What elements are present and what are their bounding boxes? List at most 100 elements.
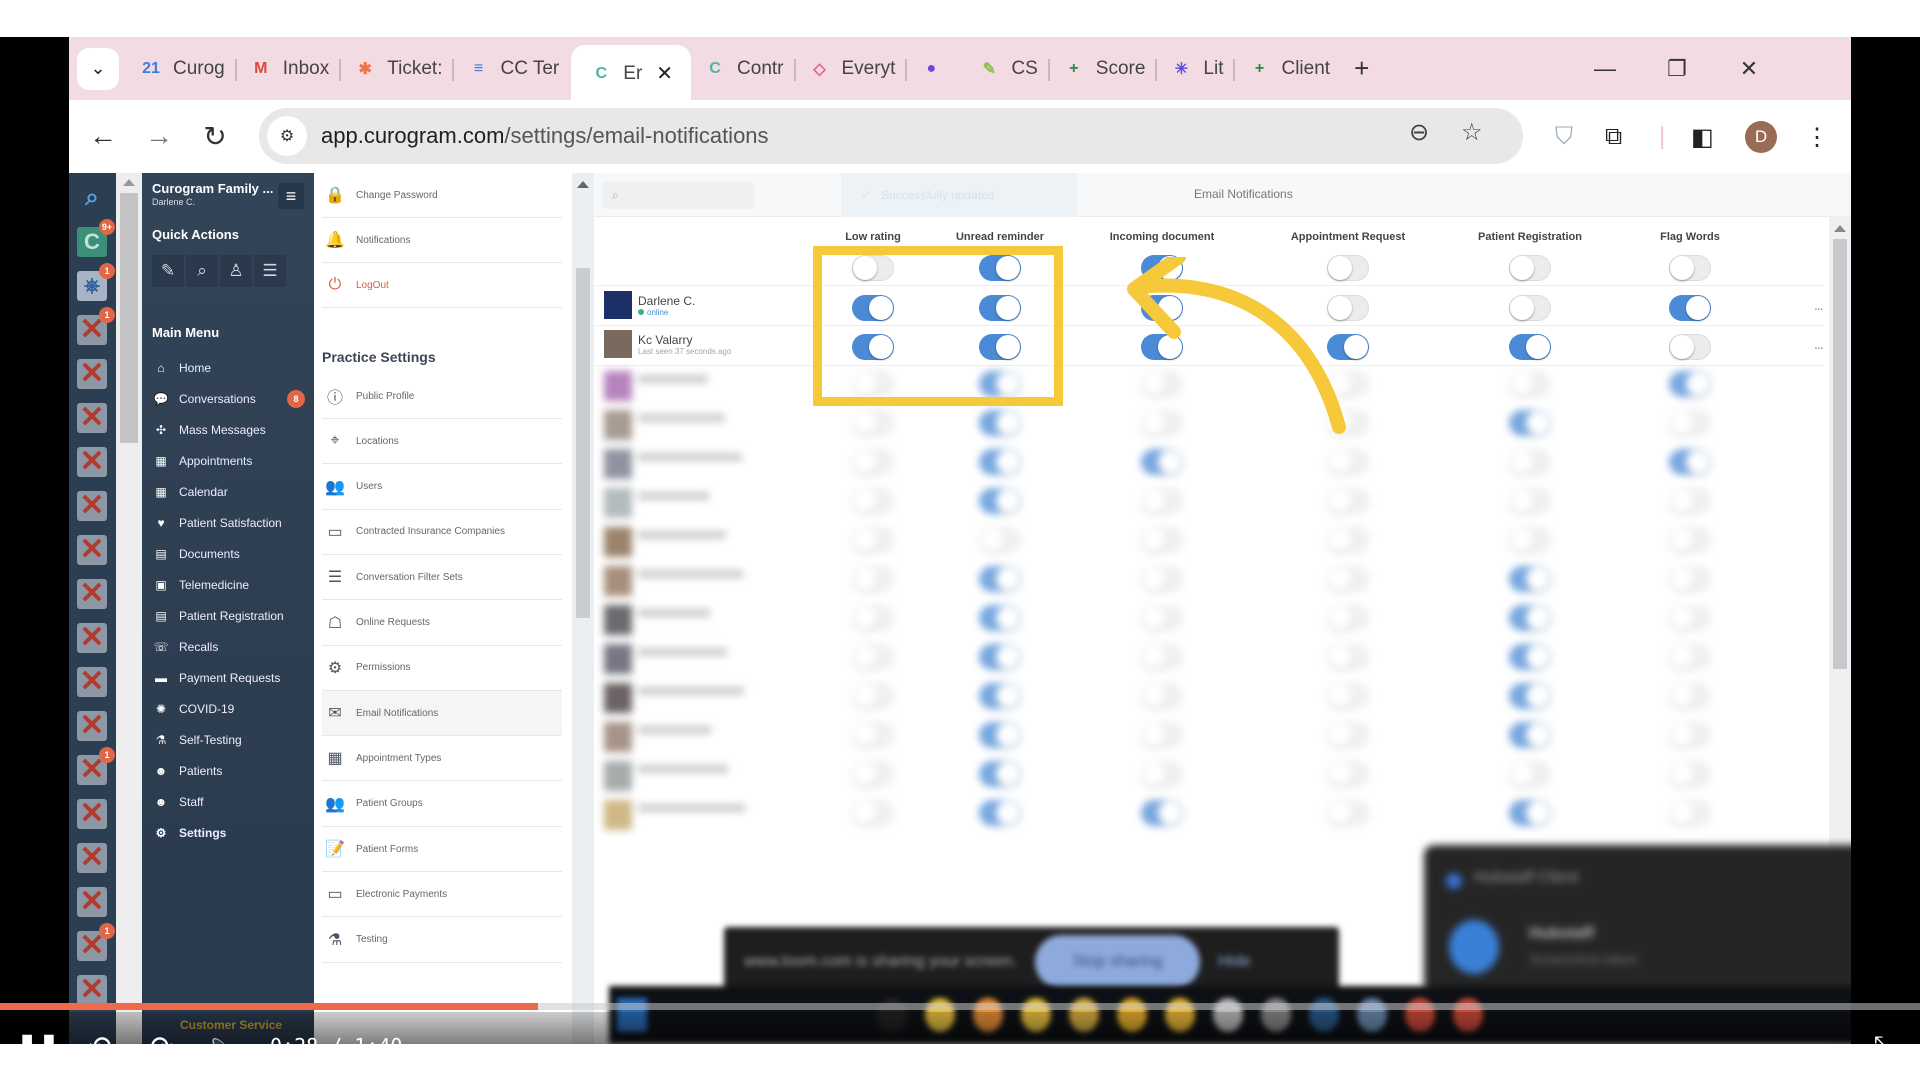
user-notification-toggle[interactable] (1669, 449, 1711, 475)
user-notification-toggle[interactable] (1509, 410, 1551, 436)
user-notification-toggle[interactable] (1327, 488, 1369, 514)
user-notification-toggle[interactable] (1669, 761, 1711, 787)
broken-app-icon[interactable]: ✕ (77, 535, 107, 565)
user-notification-toggle[interactable] (979, 605, 1021, 631)
user-notification-toggle[interactable] (1669, 722, 1711, 748)
sidebar-item-home[interactable]: ⌂ Home (152, 357, 307, 379)
toggle-all[interactable] (1509, 255, 1551, 281)
broken-app-icon[interactable]: ✕ (77, 843, 107, 873)
row-more-icon[interactable]: ... (1814, 336, 1824, 352)
user-notification-toggle[interactable] (1669, 371, 1711, 397)
settings-item-notifications[interactable]: 🔔 Notifications (322, 218, 562, 263)
user-notification-toggle[interactable] (979, 527, 1021, 553)
broken-app-icon[interactable]: ✕ (77, 403, 107, 433)
user-notification-toggle[interactable] (852, 410, 894, 436)
browser-tab[interactable]: M Inbox (237, 47, 342, 91)
user-notification-toggle[interactable] (979, 644, 1021, 670)
browser-menu-icon[interactable]: ⋮ (1805, 118, 1829, 156)
side-panel-icon[interactable]: ◧ (1691, 118, 1714, 156)
user-notification-toggle[interactable] (1509, 644, 1551, 670)
extension-shield-icon[interactable]: ⛉ (1555, 118, 1573, 156)
sidebar-item-payment-requests[interactable]: ▬ Payment Requests (152, 667, 307, 689)
user-notification-toggle[interactable] (1509, 527, 1551, 553)
broken-app-icon[interactable]: ✕ (77, 447, 107, 477)
video-frame[interactable]: ⌄ 21 Curog M Inbox ✱ Ticket: ≡ CC Ter C Er ✕ C Contr… (0, 37, 1920, 1044)
exit-fullscreen-icon[interactable]: ⤡ (1864, 1024, 1904, 1044)
user-notification-toggle[interactable] (1669, 683, 1711, 709)
broken-app-icon[interactable]: ✕ (77, 799, 107, 829)
user-notification-toggle[interactable] (1141, 566, 1183, 592)
scrollbar-thumb[interactable] (120, 193, 138, 443)
user-notification-toggle[interactable] (979, 449, 1021, 475)
sidebar-item-patient-registration[interactable]: ▤ Patient Registration (152, 605, 307, 627)
extensions-puzzle-icon[interactable]: ⧉ (1605, 118, 1622, 156)
broken-app-icon[interactable]: ✕ (77, 579, 107, 609)
user-notification-toggle[interactable] (1509, 371, 1551, 397)
user-notification-toggle[interactable] (1141, 761, 1183, 787)
user-notification-toggle[interactable] (852, 449, 894, 475)
browser-tab[interactable]: 21 Curog (127, 47, 237, 91)
search-input[interactable]: ⌕ (602, 181, 755, 209)
user-notification-toggle[interactable] (1509, 334, 1551, 360)
settings-item-testing[interactable]: ⚗ Testing (322, 918, 562, 963)
minimize-icon[interactable]: — (1569, 37, 1641, 100)
user-notification-toggle[interactable] (1509, 295, 1551, 321)
browser-tab[interactable]: ◇ Everyt (796, 47, 908, 91)
settings-item-contracted-insurance-companies[interactable]: ▭ Contracted Insurance Companies (322, 510, 562, 555)
scroll-up-arrow[interactable] (577, 181, 589, 188)
url-text[interactable]: app.curogram.com/settings/email-notifica… (321, 123, 769, 149)
sidebar-item-recalls[interactable]: ☏ Recalls (152, 636, 307, 658)
sidebar-item-settings[interactable]: ⚙ Settings (152, 822, 307, 844)
scrollbar-thumb[interactable] (576, 268, 590, 618)
user-notification-toggle[interactable] (1669, 566, 1711, 592)
broken-app-icon[interactable]: ✕ 1 (77, 307, 115, 345)
user-notification-toggle[interactable] (1141, 449, 1183, 475)
workflow-app-icon[interactable]: ⎈ 1 (77, 263, 115, 301)
user-notification-toggle[interactable] (979, 683, 1021, 709)
user-notification-toggle[interactable] (852, 761, 894, 787)
user-notification-toggle[interactable] (1141, 722, 1183, 748)
add-patient-icon[interactable]: ♙ (220, 255, 252, 287)
settings-item-users[interactable]: 👥 Users (322, 465, 562, 510)
settings-item-conversation-filter-sets[interactable]: ☰ Conversation Filter Sets (322, 555, 562, 601)
user-notification-toggle[interactable] (852, 800, 894, 826)
user-notification-toggle[interactable] (852, 644, 894, 670)
user-notification-toggle[interactable] (852, 488, 894, 514)
user-notification-toggle[interactable] (1509, 722, 1551, 748)
user-notification-toggle[interactable] (1141, 488, 1183, 514)
bookmark-star-icon[interactable]: ☆ (1461, 118, 1483, 147)
sidebar-item-mass-messages[interactable]: ✣ Mass Messages (152, 419, 307, 441)
broken-app-icon[interactable]: ✕ 1 (77, 923, 115, 961)
address-bar[interactable]: ⚙ app.curogram.com/settings/email-notifi… (259, 108, 1523, 164)
user-notification-toggle[interactable] (1509, 605, 1551, 631)
settings-item-patient-groups[interactable]: 👥 Patient Groups (322, 782, 562, 827)
settings-item-online-requests[interactable]: ☖ Online Requests (322, 601, 562, 646)
user-notification-toggle[interactable] (1509, 683, 1551, 709)
broken-app-icon[interactable]: ✕ (77, 975, 107, 1005)
zoom-out-icon[interactable]: ⊖ (1409, 118, 1429, 147)
user-notification-toggle[interactable] (1509, 800, 1551, 826)
reload-icon[interactable]: ↻ (187, 108, 243, 164)
sidebar-item-patients[interactable]: ☻ Patients (152, 760, 307, 782)
user-notification-toggle[interactable] (1141, 683, 1183, 709)
broken-app-icon[interactable]: ✕ (77, 491, 107, 521)
user-notification-toggle[interactable] (1327, 722, 1369, 748)
browser-tab[interactable]: ✱ Ticket: (341, 47, 455, 91)
broken-app-icon[interactable]: ✕ (77, 359, 107, 389)
sidebar-item-self-testing[interactable]: ⚗ Self-Testing (152, 729, 307, 751)
user-notification-toggle[interactable] (1669, 527, 1711, 553)
user-notification-toggle[interactable] (1669, 410, 1711, 436)
hamburger-menu-icon[interactable]: ≡ (278, 183, 304, 209)
broken-app-icon[interactable]: ✕ (77, 711, 107, 741)
user-notification-toggle[interactable] (1327, 683, 1369, 709)
settings-item-change-password[interactable]: 🔒 Change Password (322, 173, 562, 218)
user-notification-toggle[interactable] (1509, 449, 1551, 475)
browser-tab[interactable]: ✳ Lit (1157, 47, 1236, 91)
restore-icon[interactable]: ❐ (1641, 37, 1713, 100)
user-notification-toggle[interactable] (979, 410, 1021, 436)
settings-item-public-profile[interactable]: ⓘ Public Profile (322, 374, 562, 419)
user-notification-toggle[interactable] (852, 566, 894, 592)
user-notification-toggle[interactable] (1509, 488, 1551, 514)
settings-item-permissions[interactable]: ⚙ Permissions (322, 646, 562, 691)
user-notification-toggle[interactable] (979, 722, 1021, 748)
